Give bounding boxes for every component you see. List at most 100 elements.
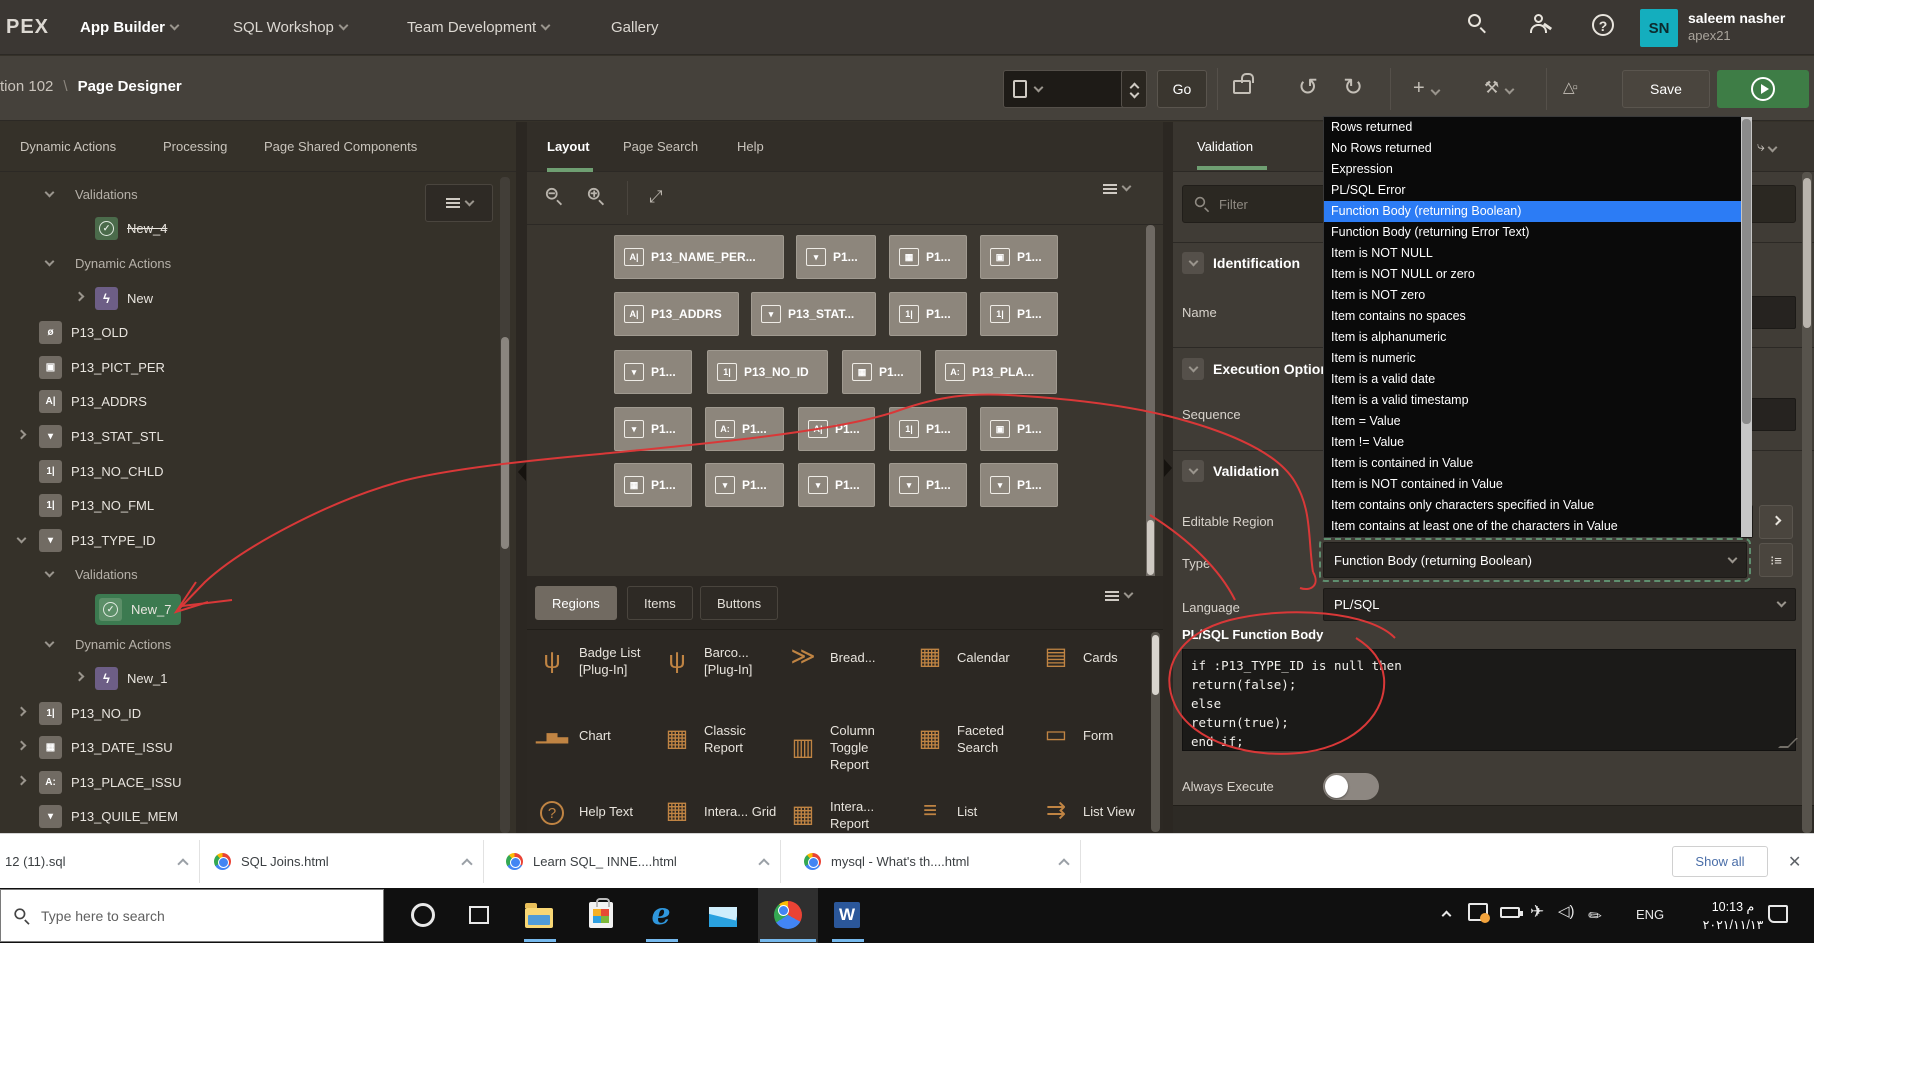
dropdown-option[interactable]: Item is NOT NULL or zero bbox=[1324, 264, 1741, 285]
file-explorer-icon[interactable] bbox=[522, 898, 556, 932]
dropdown-option[interactable]: Item is alphanumeric bbox=[1324, 327, 1741, 348]
gallery-item-badge-list-plug-in-[interactable]: ψBadge List [Plug-In] bbox=[535, 644, 653, 678]
language-indicator[interactable]: ENG bbox=[1636, 907, 1664, 962]
download-item-2[interactable]: SQL Joins.html bbox=[214, 834, 483, 889]
page-item-p13-addrs[interactable]: A|P13_ADDRS bbox=[614, 292, 739, 336]
chevron-right-icon[interactable] bbox=[17, 775, 27, 785]
tree-item-p13-no-chld[interactable]: 1|P13_NO_CHLD bbox=[0, 454, 500, 489]
edge-icon[interactable]: e bbox=[644, 898, 678, 932]
type-dropdown-list[interactable]: Rows returnedNo Rows returnedExpressionP… bbox=[1323, 116, 1742, 538]
gallery-item-chart[interactable]: ▁▅▃Chart bbox=[535, 722, 653, 748]
go-button[interactable]: Go bbox=[1157, 70, 1207, 108]
dropdown-option[interactable]: Item contains at least one of the charac… bbox=[1324, 516, 1741, 537]
chrome-icon[interactable] bbox=[771, 898, 805, 932]
tab-help[interactable]: Help bbox=[737, 139, 764, 154]
page-item-p13-pla-[interactable]: A:P13_PLA... bbox=[935, 350, 1057, 394]
gallery-item-calendar[interactable]: ▦Calendar bbox=[913, 644, 1031, 670]
page-item-p1-[interactable]: ▣P1... bbox=[980, 407, 1058, 451]
gallery-tab-buttons[interactable]: Buttons bbox=[700, 586, 778, 620]
gallery-scrollbar-thumb[interactable] bbox=[1152, 635, 1159, 695]
dropdown-option[interactable]: Item contains only characters specified … bbox=[1324, 495, 1741, 516]
save-button[interactable]: Save bbox=[1622, 70, 1710, 108]
right-panel-scrollbar[interactable] bbox=[1802, 172, 1812, 833]
goto-icon[interactable]: ⤷ bbox=[1757, 138, 1776, 155]
tray-expand-icon[interactable] bbox=[1443, 907, 1450, 962]
tree-item-p13-type-id[interactable]: ▾P13_TYPE_ID bbox=[0, 523, 500, 558]
language-select[interactable]: PL/SQL bbox=[1323, 588, 1796, 621]
tab-processing[interactable]: Processing bbox=[163, 139, 227, 154]
page-item-p1-[interactable]: 1|P1... bbox=[889, 407, 967, 451]
tree-scrollbar-thumb[interactable] bbox=[501, 337, 509, 549]
page-item-p1-[interactable]: ▾P1... bbox=[798, 463, 875, 507]
tree-item-p13-stat-stl[interactable]: ▾P13_STAT_STL bbox=[0, 419, 500, 454]
tree-item-p13-no-fml[interactable]: 1|P13_NO_FML bbox=[0, 488, 500, 523]
admin-icon[interactable] bbox=[1530, 14, 1556, 40]
tree-item-validations[interactable]: Validations bbox=[0, 558, 500, 593]
gallery-item-intera-report[interactable]: ▦Intera... Report bbox=[786, 798, 904, 832]
chevron-right-icon[interactable] bbox=[17, 741, 27, 751]
page-item-p1-[interactable]: A:P1... bbox=[705, 407, 784, 451]
dropdown-option[interactable]: No Rows returned bbox=[1324, 138, 1741, 159]
redo-icon[interactable]: ↻ bbox=[1343, 76, 1363, 100]
tree-item-new-7[interactable]: ✓New_7 bbox=[0, 592, 500, 627]
dropdown-option[interactable]: Item is numeric bbox=[1324, 348, 1741, 369]
tree-item-p13-place-issu[interactable]: A:P13_PLACE_ISSU bbox=[0, 765, 500, 800]
gallery-item-list-view[interactable]: ⇉List View bbox=[1039, 798, 1157, 824]
tree-item-p13-no-id[interactable]: 1|P13_NO_ID bbox=[0, 696, 500, 731]
dropdown-option[interactable]: Item = Value bbox=[1324, 411, 1741, 432]
undo-icon[interactable]: ↺ bbox=[1298, 76, 1318, 100]
tree-item-p13-addrs[interactable]: A|P13_ADDRS bbox=[0, 385, 500, 420]
gallery-item-faceted-search[interactable]: ▦Faceted Search bbox=[913, 722, 1031, 756]
chevron-down-icon[interactable] bbox=[45, 187, 55, 197]
type-quickpick-button[interactable]: ⁝≡ bbox=[1759, 543, 1793, 577]
tab-page-search[interactable]: Page Search bbox=[623, 139, 698, 154]
gallery-item-list[interactable]: ≡List bbox=[913, 798, 1031, 824]
download-menu-chevron-icon[interactable] bbox=[758, 858, 769, 869]
gallery-tab-items[interactable]: Items bbox=[627, 586, 693, 620]
chevron-right-icon[interactable] bbox=[75, 672, 85, 682]
download-item-3[interactable]: Learn SQL_ INNE....html bbox=[506, 834, 780, 889]
tree-item-p13-pict-per[interactable]: ▣P13_PICT_PER bbox=[0, 350, 500, 385]
page-item-p1-[interactable]: 1|P1... bbox=[889, 292, 967, 336]
lock-icon[interactable] bbox=[1233, 72, 1251, 94]
volume-icon[interactable]: ◁) bbox=[1558, 902, 1575, 957]
page-item-p1-[interactable]: ▾P1... bbox=[614, 407, 692, 451]
dropdown-scrollbar[interactable] bbox=[1741, 117, 1752, 537]
dropdown-option[interactable]: PL/SQL Error bbox=[1324, 180, 1741, 201]
gallery-item-barco-plug-in-[interactable]: ψBarco... [Plug-In] bbox=[660, 644, 778, 678]
tab-validation[interactable]: Validation bbox=[1197, 139, 1253, 154]
dropdown-option[interactable]: Item contains no spaces bbox=[1324, 306, 1741, 327]
editable-region-drill-button[interactable] bbox=[1759, 505, 1793, 539]
gallery-menu-button[interactable] bbox=[1105, 594, 1132, 597]
utilities-wrench-icon[interactable]: ⚒ bbox=[1484, 76, 1513, 100]
chevron-down-icon[interactable] bbox=[45, 568, 55, 578]
run-button[interactable] bbox=[1717, 70, 1809, 108]
zoom-in-icon[interactable] bbox=[587, 187, 605, 205]
tree-item-p13-old[interactable]: øP13_OLD bbox=[0, 315, 500, 350]
battery-icon[interactable] bbox=[1500, 903, 1520, 958]
menu-sql-workshop[interactable]: SQL Workshop bbox=[233, 0, 347, 55]
right-panel-scrollbar-thumb[interactable] bbox=[1803, 178, 1811, 328]
download-menu-chevron-icon[interactable] bbox=[1058, 858, 1069, 869]
page-item-p1-[interactable]: A|P1... bbox=[798, 407, 875, 451]
tab-page-shared-components[interactable]: Page Shared Components bbox=[264, 139, 417, 154]
gallery-item-bread-[interactable]: ≫Bread... bbox=[786, 644, 904, 670]
chevron-down-icon[interactable] bbox=[17, 533, 27, 543]
gallery-item-classic-report[interactable]: ▦Classic Report bbox=[660, 722, 778, 756]
cortana-icon[interactable] bbox=[406, 898, 440, 932]
help-icon[interactable]: ? bbox=[1592, 14, 1618, 40]
dropdown-option[interactable]: Item is NOT contained in Value bbox=[1324, 474, 1741, 495]
tree-item-validations[interactable]: Validations bbox=[0, 177, 500, 212]
page-item-p1-[interactable]: ▣P1... bbox=[980, 235, 1058, 279]
page-item-p1-[interactable]: ▾P1... bbox=[980, 463, 1058, 507]
canvas-scrollbar-thumb[interactable] bbox=[1147, 520, 1154, 575]
tree-item-p13-date-issu[interactable]: ▦P13_DATE_ISSU bbox=[0, 731, 500, 766]
dropdown-scrollbar-thumb[interactable] bbox=[1742, 119, 1751, 424]
tray-snip-icon[interactable] bbox=[1468, 903, 1488, 958]
gallery-item-intera-grid[interactable]: ▦Intera... Grid bbox=[660, 798, 778, 824]
dropdown-option[interactable]: Item != Value bbox=[1324, 432, 1741, 453]
page-item-p1-[interactable]: ▾P1... bbox=[796, 235, 876, 279]
download-menu-chevron-icon[interactable] bbox=[461, 858, 472, 869]
expand-icon[interactable]: ⤢ bbox=[649, 187, 663, 207]
left-splitter-collapse-icon[interactable] bbox=[518, 463, 526, 481]
